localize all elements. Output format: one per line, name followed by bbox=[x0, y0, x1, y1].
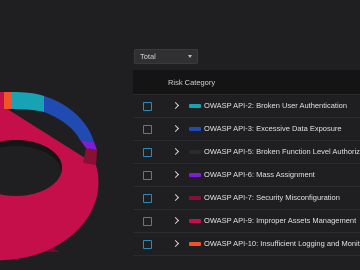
chevron-down-icon bbox=[188, 55, 192, 58]
table-row[interactable]: OWASP API-3: Excessive Data Exposure bbox=[133, 118, 360, 141]
risk-category-label: OWASP API-10: Insufficient Logging and M… bbox=[204, 239, 360, 248]
row-checkbox[interactable] bbox=[143, 217, 152, 226]
row-checkbox[interactable] bbox=[143, 125, 152, 134]
chevron-right-icon[interactable] bbox=[171, 124, 180, 133]
donut-slice-other bbox=[0, 92, 4, 109]
chevron-right-icon[interactable] bbox=[171, 193, 180, 202]
row-checkbox[interactable] bbox=[143, 148, 152, 157]
row-checkbox[interactable] bbox=[143, 194, 152, 203]
donut-slice-api-2 bbox=[12, 92, 44, 112]
table-row[interactable]: OWASP API-6: Mass Assignment bbox=[133, 164, 360, 187]
risk-category-label: OWASP API-3: Excessive Data Exposure bbox=[204, 124, 342, 133]
risk-category-label: OWASP API-5: Broken Function Level Autho… bbox=[204, 147, 360, 156]
risk-category-label: OWASP API-2: Broken User Authentication bbox=[204, 101, 347, 110]
color-swatch bbox=[189, 150, 201, 154]
total-filter-value: Total bbox=[140, 52, 156, 61]
risk-category-label: OWASP API-9: Improper Assets Management bbox=[204, 216, 357, 225]
table-row[interactable]: OWASP API-7: Security Misconfiguration bbox=[133, 187, 360, 210]
row-checkbox[interactable] bbox=[143, 240, 152, 249]
table-row[interactable]: OWASP API-2: Broken User Authentication bbox=[133, 95, 360, 118]
table-row[interactable]: OWASP API-10: Insufficient Logging and M… bbox=[133, 233, 360, 256]
chevron-right-icon[interactable] bbox=[171, 216, 180, 225]
risk-category-label: OWASP API-7: Security Misconfiguration bbox=[204, 193, 340, 202]
color-swatch bbox=[189, 196, 201, 200]
chevron-right-icon[interactable] bbox=[171, 147, 180, 156]
chevron-right-icon[interactable] bbox=[171, 239, 180, 248]
color-swatch bbox=[189, 104, 201, 108]
table-header: Risk Category bbox=[133, 70, 360, 95]
risk-category-table: Risk Category OWASP API-2: Broken User A… bbox=[133, 70, 360, 270]
donut-chart bbox=[0, 92, 99, 261]
table-row[interactable]: OWASP API-9: Improper Assets Management bbox=[133, 210, 360, 233]
chevron-right-icon[interactable] bbox=[171, 101, 180, 110]
risk-category-header: Risk Category bbox=[168, 78, 216, 87]
donut-slice-api-7 bbox=[83, 148, 97, 165]
table-row[interactable]: OWASP API-5: Broken Function Level Autho… bbox=[133, 141, 360, 164]
color-swatch bbox=[189, 127, 201, 131]
donut-slice-api-3 bbox=[44, 96, 94, 142]
color-swatch bbox=[189, 173, 201, 177]
total-filter-select[interactable]: Total bbox=[134, 49, 198, 64]
risk-category-label: OWASP API-6: Mass Assignment bbox=[204, 170, 315, 179]
chevron-right-icon[interactable] bbox=[171, 170, 180, 179]
donut-slice-api-10 bbox=[4, 92, 12, 109]
color-swatch bbox=[189, 242, 201, 246]
row-checkbox[interactable] bbox=[143, 102, 152, 111]
color-swatch bbox=[189, 219, 201, 223]
row-checkbox[interactable] bbox=[143, 171, 152, 180]
